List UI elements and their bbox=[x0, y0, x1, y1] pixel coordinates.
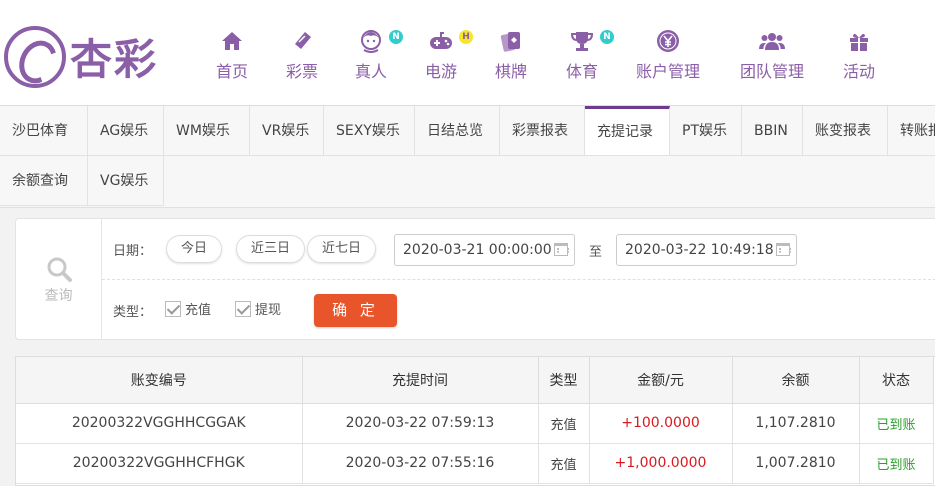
transaction-id: 20200322VGGHHCGGAK bbox=[16, 403, 303, 444]
logo-emblem-icon bbox=[4, 26, 66, 88]
deposit-checkbox-label: 充值 bbox=[185, 303, 212, 318]
column-header: 账变编号 bbox=[16, 357, 303, 404]
home-icon bbox=[222, 32, 242, 50]
nav-item-chess-cards[interactable]: 棋牌 bbox=[493, 28, 529, 88]
column-header: 充提时间 bbox=[302, 357, 539, 404]
nav-label: 活动 bbox=[842, 62, 875, 81]
transaction-id: 20200322VGGHHCFHGK bbox=[16, 443, 303, 484]
query-section[interactable]: 查询 bbox=[16, 219, 102, 339]
nav-label: 棋牌 bbox=[494, 62, 527, 81]
column-header: 类型 bbox=[538, 357, 590, 404]
lottery-ticket-icon bbox=[295, 32, 311, 49]
nav-label: 体育 bbox=[565, 62, 598, 81]
divider bbox=[102, 279, 935, 280]
trophy-icon bbox=[570, 32, 594, 51]
checkbox-icon bbox=[235, 301, 251, 317]
column-header: 余额 bbox=[732, 357, 860, 404]
status-badge: 已到账 bbox=[859, 403, 934, 444]
transaction-amount: +1,000.0000 bbox=[589, 443, 733, 484]
end-date-value: 2020-03-22 10:49:18 bbox=[625, 242, 774, 258]
table-header-row: 账变编号 充提时间 类型 金额/元 余额 状态 bbox=[16, 357, 934, 404]
top-header: 杏彩 首页 彩票 N 真人 H 电游 棋牌 N 体育 账户管理 团队管理 活动 bbox=[0, 0, 935, 106]
records-table: 账变编号 充提时间 类型 金额/元 余额 状态 20200322VGGHHCGG… bbox=[15, 356, 935, 486]
to-label: 至 bbox=[589, 245, 603, 260]
tab-daily-overview[interactable]: 日结总览 bbox=[415, 106, 500, 156]
tab-lottery-report[interactable]: 彩票报表 bbox=[500, 106, 585, 156]
status-badge: 已到账 bbox=[859, 443, 934, 484]
column-header: 状态 bbox=[859, 357, 934, 404]
start-date-input[interactable]: 2020-03-21 00:00:00 bbox=[394, 234, 575, 266]
range-today-button[interactable]: 今日 bbox=[166, 235, 223, 263]
nav-item-live[interactable]: N 真人 bbox=[353, 28, 403, 88]
deposit-checkbox[interactable]: 充值 bbox=[165, 299, 211, 318]
date-label: 日期： bbox=[113, 244, 153, 259]
range-3days-button[interactable]: 近三日 bbox=[236, 235, 306, 263]
tab-bbin[interactable]: BBIN bbox=[742, 106, 803, 156]
brand-logo[interactable]: 杏彩 bbox=[4, 22, 164, 90]
tab-ag[interactable]: AG娱乐 bbox=[88, 106, 164, 156]
report-tabs: 沙巴体育 AG娱乐 WM娱乐 VR娱乐 SEXY娱乐 日结总览 彩票报表 充提记… bbox=[0, 106, 935, 208]
table-row[interactable]: 20200322VGGHHCGGAK 2020-03-22 07:59:13 充… bbox=[16, 403, 934, 444]
nav-item-egames[interactable]: H 电游 bbox=[423, 28, 473, 88]
account-yen-icon bbox=[657, 30, 679, 52]
nav-label: 彩票 bbox=[285, 62, 318, 81]
calendar-icon[interactable] bbox=[554, 243, 569, 256]
tab-vr[interactable]: VR娱乐 bbox=[250, 106, 324, 156]
nav-item-team[interactable]: 团队管理 bbox=[738, 28, 806, 88]
brand-name: 杏彩 bbox=[70, 35, 159, 84]
transaction-type: 充值 bbox=[538, 443, 590, 484]
tab-sexy[interactable]: SEXY娱乐 bbox=[324, 106, 415, 156]
team-icon bbox=[759, 33, 785, 50]
gamepad-icon bbox=[430, 32, 452, 49]
withdraw-checkbox-label: 提现 bbox=[255, 303, 282, 318]
nav-label: 账户管理 bbox=[635, 62, 700, 81]
checkbox-icon bbox=[165, 301, 181, 317]
tab-vg[interactable]: VG娱乐 bbox=[88, 156, 164, 206]
calendar-icon[interactable] bbox=[776, 243, 791, 256]
end-date-input[interactable]: 2020-03-22 10:49:18 bbox=[616, 234, 797, 266]
range-7days-button[interactable]: 近七日 bbox=[307, 235, 377, 263]
nav-item-promotions[interactable]: 活动 bbox=[841, 28, 877, 88]
tab-deposit-withdraw-records[interactable]: 充提记录 bbox=[585, 106, 670, 156]
start-date-value: 2020-03-21 00:00:00 bbox=[403, 242, 552, 258]
tab-balance-query[interactable]: 余额查询 bbox=[0, 156, 88, 206]
new-badge: N bbox=[600, 30, 614, 44]
transaction-balance: 1,007.2810 bbox=[732, 443, 860, 484]
nav-item-account[interactable]: 账户管理 bbox=[634, 28, 702, 88]
gift-icon bbox=[850, 33, 868, 51]
tab-saba-sports[interactable]: 沙巴体育 bbox=[0, 106, 88, 156]
tab-transfer-report[interactable]: 转账报 bbox=[888, 106, 935, 156]
filter-panel: 查询 日期： 今日 近三日 近七日 2020-03-21 00:00:00 至 … bbox=[15, 218, 935, 340]
nav-label: 真人 bbox=[354, 62, 387, 81]
nav-item-home[interactable]: 首页 bbox=[214, 28, 250, 88]
transaction-balance: 1,107.2810 bbox=[732, 403, 860, 444]
nav-label: 电游 bbox=[424, 62, 457, 81]
transaction-time: 2020-03-22 07:59:13 bbox=[302, 403, 539, 444]
transaction-type: 充值 bbox=[538, 403, 590, 444]
tab-wm[interactable]: WM娱乐 bbox=[164, 106, 250, 156]
nav-item-lottery[interactable]: 彩票 bbox=[284, 28, 320, 88]
search-icon bbox=[47, 257, 72, 282]
hot-badge: H bbox=[459, 30, 473, 44]
column-header: 金额/元 bbox=[589, 357, 733, 404]
nav-label: 首页 bbox=[215, 62, 248, 81]
playing-cards-icon bbox=[500, 32, 520, 52]
nav-item-sports[interactable]: N 体育 bbox=[564, 28, 614, 88]
type-label: 类型： bbox=[113, 305, 153, 320]
new-badge: N bbox=[389, 30, 403, 44]
live-dealer-icon bbox=[361, 30, 381, 53]
transaction-time: 2020-03-22 07:55:16 bbox=[302, 443, 539, 484]
withdraw-checkbox[interactable]: 提现 bbox=[235, 299, 281, 318]
tab-pt[interactable]: PT娱乐 bbox=[670, 106, 742, 156]
transaction-amount: +100.0000 bbox=[589, 403, 733, 444]
nav-label: 团队管理 bbox=[739, 62, 804, 81]
tab-account-change-report[interactable]: 账变报表 bbox=[803, 106, 888, 156]
confirm-button[interactable]: 确 定 bbox=[314, 294, 397, 327]
table-row[interactable]: 20200322VGGHHCFHGK 2020-03-22 07:55:16 充… bbox=[16, 443, 934, 484]
query-label: 查询 bbox=[44, 288, 73, 304]
